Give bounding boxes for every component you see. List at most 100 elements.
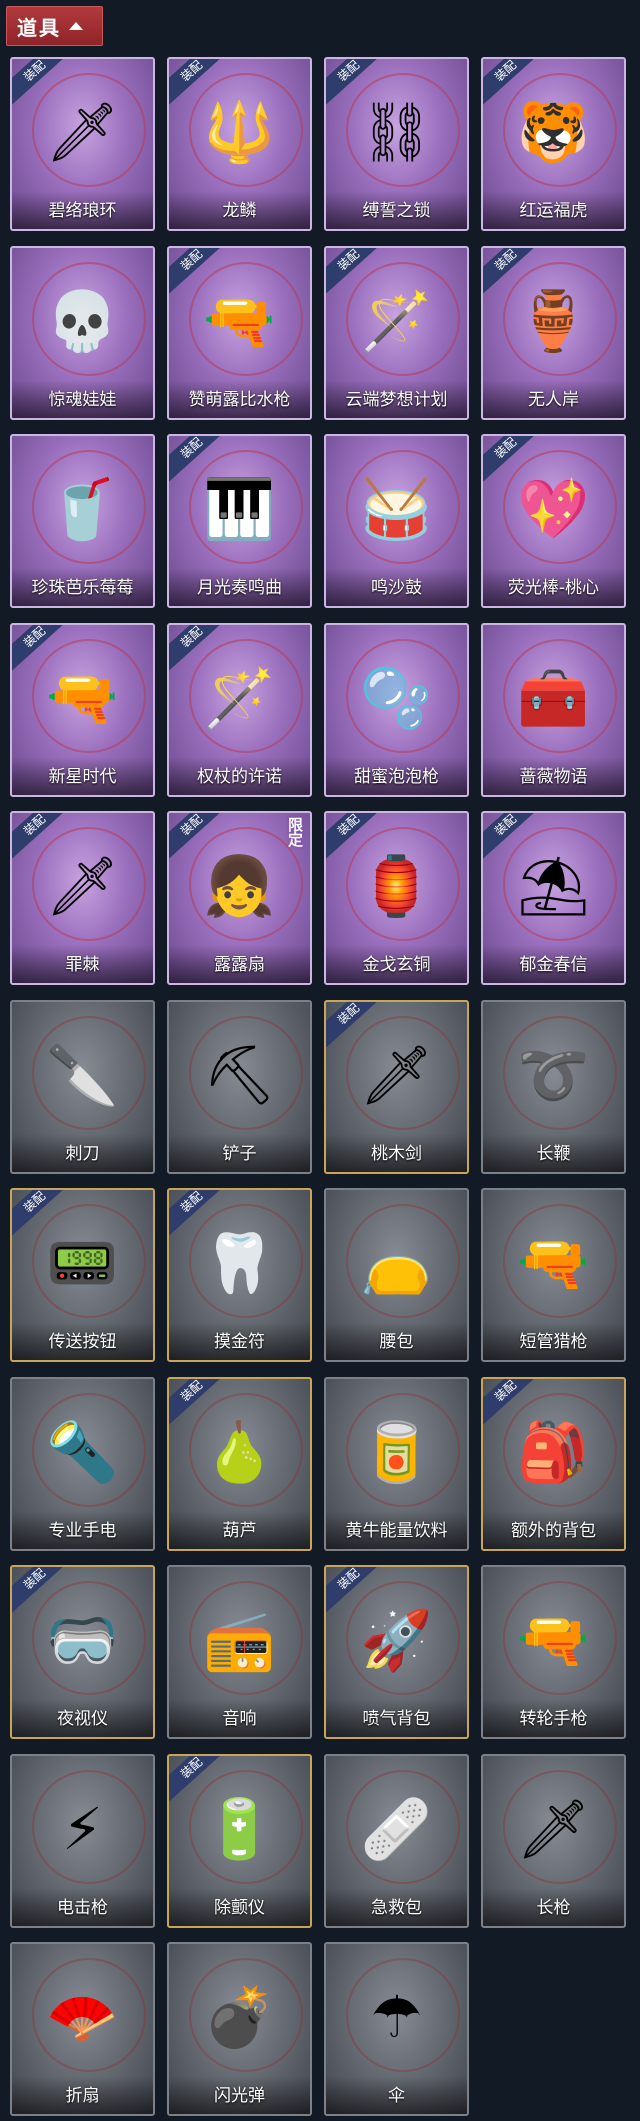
item-icon: 🔦: [46, 1418, 119, 1486]
item-name: 惊魂娃娃: [12, 380, 153, 418]
item-icon: 🥫: [360, 1418, 433, 1486]
item-icon: 💣: [203, 1983, 276, 2051]
item-icon: 🧰: [517, 664, 590, 732]
item-icon: 🔋: [203, 1795, 276, 1863]
item-card[interactable]: 🏮 装配 金戈玄铜: [324, 811, 469, 985]
item-name: 蔷薇物语: [483, 757, 624, 795]
item-icon: 🎹: [203, 475, 276, 543]
item-name: 夜视仪: [12, 1699, 153, 1737]
item-card[interactable]: 🥤 珍珠芭乐莓莓: [10, 434, 155, 608]
item-name: 葫芦: [169, 1511, 310, 1549]
item-card[interactable]: 🔋 装配 除颤仪: [167, 1754, 312, 1928]
item-name: 新星时代: [12, 757, 153, 795]
item-icon: ⚡: [62, 1795, 103, 1863]
item-card[interactable]: ➰ 长鞭: [481, 1000, 626, 1174]
item-card[interactable]: 🎹 装配 月光奏鸣曲: [167, 434, 312, 608]
item-icon: ⛱: [516, 852, 591, 920]
item-name: 云端梦想计划: [326, 380, 467, 418]
item-card[interactable]: ☂ 伞: [324, 1942, 469, 2116]
item-card[interactable]: 📻 音响: [167, 1565, 312, 1739]
item-card[interactable]: ⚡ 电击枪: [10, 1754, 155, 1928]
item-name: 闪光弹: [169, 2076, 310, 2114]
item-icon: ➰: [517, 1041, 590, 1109]
item-card[interactable]: 👧 装配 限定 露露扇: [167, 811, 312, 985]
item-card[interactable]: 🥁 鸣沙鼓: [324, 434, 469, 608]
item-icon: 🪭: [46, 1983, 119, 2051]
inventory-category-toggle[interactable]: 道具: [6, 6, 103, 46]
item-icon: 🪄: [360, 287, 433, 355]
item-icon: 🔪: [46, 1041, 119, 1109]
item-icon: 🪄: [203, 664, 276, 732]
item-card[interactable]: 🐯 装配 红运福虎: [481, 57, 626, 231]
item-icon: 🐯: [517, 98, 590, 166]
item-card[interactable]: 🗡 长枪: [481, 1754, 626, 1928]
item-card[interactable]: 🔦 专业手电: [10, 1377, 155, 1551]
item-icon: 💖: [517, 475, 590, 543]
item-name: 月光奏鸣曲: [169, 568, 310, 606]
item-card[interactable]: 🗡 装配 罪棘: [10, 811, 155, 985]
item-card[interactable]: ⛓ 装配 缚誓之锁: [324, 57, 469, 231]
item-card[interactable]: 🥫 黄牛能量饮料: [324, 1377, 469, 1551]
item-icon: 🩹: [360, 1795, 433, 1863]
item-card[interactable]: 🍐 装配 葫芦: [167, 1377, 312, 1551]
item-card[interactable]: 💀 惊魂娃娃: [10, 246, 155, 420]
item-name: 喷气背包: [326, 1699, 467, 1737]
item-name: 折扇: [12, 2076, 153, 2114]
item-name: 长鞭: [483, 1134, 624, 1172]
item-icon: 📟: [46, 1229, 119, 1297]
item-name: 龙鳞: [169, 191, 310, 229]
item-card[interactable]: 🔪 刺刀: [10, 1000, 155, 1174]
item-card[interactable]: 🩹 急救包: [324, 1754, 469, 1928]
item-icon: 🔫: [203, 287, 276, 355]
item-card[interactable]: 🎒 装配 额外的背包: [481, 1377, 626, 1551]
item-card[interactable]: 🔫 短管猎枪: [481, 1188, 626, 1362]
item-icon: 🥁: [360, 475, 433, 543]
item-name: 碧络琅环: [12, 191, 153, 229]
item-name: 短管猎枪: [483, 1322, 624, 1360]
item-name: 长枪: [483, 1888, 624, 1926]
item-name: 传送按钮: [12, 1322, 153, 1360]
item-card[interactable]: 💖 装配 荧光棒-桃心: [481, 434, 626, 608]
item-card[interactable]: 🥽 装配 夜视仪: [10, 1565, 155, 1739]
item-card[interactable]: ⛱ 装配 郁金春信: [481, 811, 626, 985]
item-card[interactable]: 🏺 装配 无人岸: [481, 246, 626, 420]
item-card[interactable]: 🪭 折扇: [10, 1942, 155, 2116]
item-card[interactable]: 👝 腰包: [324, 1188, 469, 1362]
item-card[interactable]: 🔫 装配 赞萌露比水枪: [167, 246, 312, 420]
item-name: 珍珠芭乐莓莓: [12, 568, 153, 606]
item-icon: 🗡: [516, 1795, 591, 1863]
item-icon: 🏮: [360, 852, 433, 920]
item-icon: 💀: [46, 287, 119, 355]
item-card[interactable]: 💣 闪光弹: [167, 1942, 312, 2116]
item-card[interactable]: 🔱 装配 龙鳞: [167, 57, 312, 231]
item-name: 权杖的许诺: [169, 757, 310, 795]
item-name: 腰包: [326, 1322, 467, 1360]
item-icon: 🍐: [203, 1418, 276, 1486]
item-name: 金戈玄铜: [326, 945, 467, 983]
item-icon: 🔱: [203, 98, 276, 166]
item-card[interactable]: 🪄 装配 权杖的许诺: [167, 623, 312, 797]
item-card[interactable]: 🫧 甜蜜泡泡枪: [324, 623, 469, 797]
item-icon: 🏺: [517, 287, 590, 355]
item-icon: 🗡: [45, 98, 120, 166]
item-icon: 🚀: [360, 1606, 433, 1674]
item-card[interactable]: 🧰 蔷薇物语: [481, 623, 626, 797]
item-card[interactable]: 📟 装配 传送按钮: [10, 1188, 155, 1362]
item-card[interactable]: ⛏ 铲子: [167, 1000, 312, 1174]
item-card[interactable]: 🗡 装配 碧络琅环: [10, 57, 155, 231]
item-card[interactable]: 🗡 装配 桃木剑: [324, 1000, 469, 1174]
item-name: 红运福虎: [483, 191, 624, 229]
item-card[interactable]: 🦷 装配 摸金符: [167, 1188, 312, 1362]
item-name: 专业手电: [12, 1511, 153, 1549]
item-name: 黄牛能量饮料: [326, 1511, 467, 1549]
item-icon: 🗡: [359, 1041, 434, 1109]
item-name: 郁金春信: [483, 945, 624, 983]
category-title: 道具: [17, 15, 61, 40]
item-name: 桃木剑: [326, 1134, 467, 1172]
item-icon: ☂: [370, 1983, 423, 2051]
item-card[interactable]: 🔫 装配 新星时代: [10, 623, 155, 797]
item-card[interactable]: 🔫 转轮手枪: [481, 1565, 626, 1739]
item-name: 甜蜜泡泡枪: [326, 757, 467, 795]
item-card[interactable]: 🪄 装配 云端梦想计划: [324, 246, 469, 420]
item-card[interactable]: 🚀 装配 喷气背包: [324, 1565, 469, 1739]
